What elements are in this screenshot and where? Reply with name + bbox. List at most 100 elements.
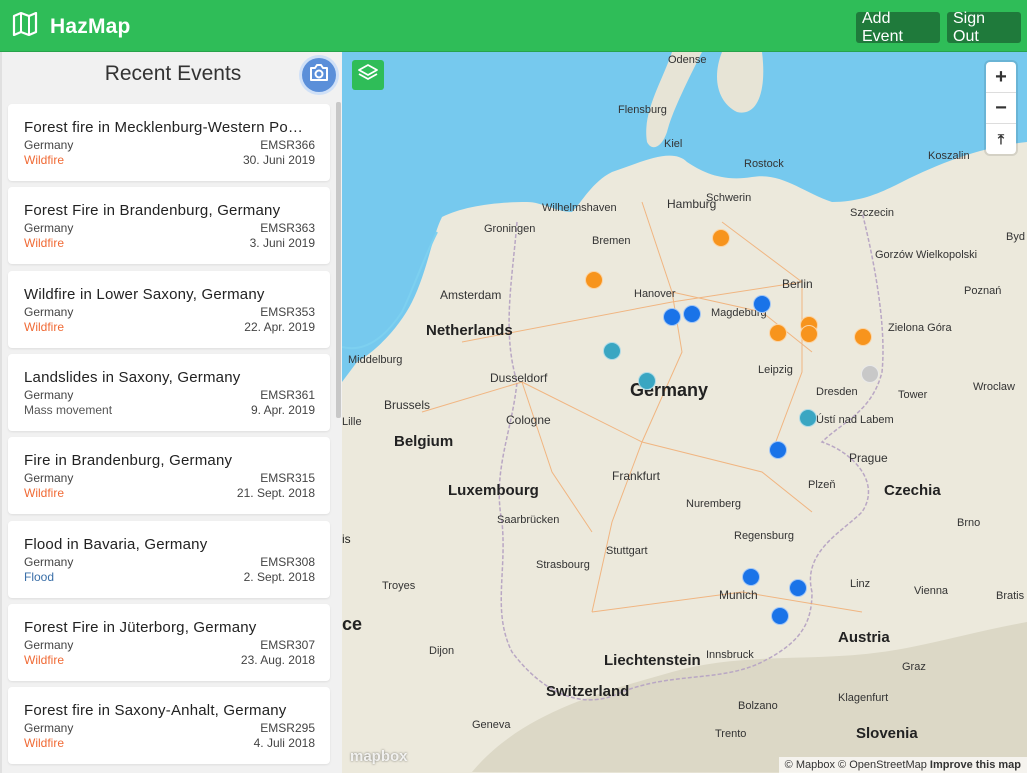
mapbox-logo[interactable]: mapbox — [350, 748, 408, 765]
map-view[interactable]: + − ⤒ Odense Flensburg Kiel Rostock Kosz… — [342, 52, 1027, 773]
add-event-button[interactable]: Add Event — [856, 10, 940, 45]
brand[interactable]: HazMap — [12, 11, 131, 41]
event-marker[interactable] — [771, 607, 789, 625]
map-label: Zielona Góra — [888, 322, 952, 334]
event-id: EMSR308 — [260, 555, 315, 569]
map-label: Bremen — [592, 235, 631, 247]
event-country: Germany — [24, 221, 74, 235]
map-label: Austria — [838, 629, 890, 646]
map-label: Liechtenstein — [604, 652, 701, 669]
compass-button[interactable]: ⤒ — [986, 124, 1016, 154]
event-marker[interactable] — [861, 365, 879, 383]
map-label: Trento — [715, 728, 747, 740]
map-label: Gorzów Wielkopolski — [875, 249, 978, 261]
event-title: Landslides in Saxony, Germany — [24, 369, 241, 386]
camera-button[interactable] — [302, 58, 336, 92]
event-marker[interactable] — [638, 372, 656, 390]
improve-map-link[interactable]: Improve this map — [930, 759, 1021, 771]
app-title: HazMap — [50, 14, 131, 38]
event-type: Wildfire — [24, 320, 65, 334]
map-label: Bolzano — [738, 700, 778, 712]
map-label: Lille — [342, 416, 362, 428]
map-label: Byd — [1006, 231, 1025, 243]
event-card[interactable]: Fire in Brandenburg, Germany Germany EMS… — [8, 437, 330, 514]
attribution-mapbox[interactable]: © Mapbox — [785, 759, 835, 771]
event-country: Germany — [24, 305, 74, 319]
top-bar: HazMap Add Event Sign Out — [0, 0, 1027, 52]
map-label: Wilhelmshaven — [542, 202, 617, 214]
sidebar-scrollbar[interactable] — [336, 102, 341, 418]
map-label: Rostock — [744, 158, 784, 170]
event-card[interactable]: Forest fire in Saxony-Anhalt, Germany Ge… — [8, 687, 330, 764]
map-label: Groningen — [484, 223, 536, 235]
event-id: EMSR315 — [260, 471, 315, 485]
map-label: Schwerin — [706, 192, 752, 204]
map-label: Graz — [902, 661, 926, 673]
map-icon — [12, 11, 38, 41]
map-label: Bratis — [996, 590, 1025, 602]
event-type: Mass movement — [24, 403, 113, 417]
event-country: Germany — [24, 388, 74, 402]
event-marker[interactable] — [789, 579, 807, 597]
event-id: EMSR295 — [260, 721, 315, 735]
event-type: Wildfire — [24, 153, 65, 167]
event-date: 23. Aug. 2018 — [240, 653, 315, 667]
map-label: Innsbruck — [706, 649, 754, 661]
event-marker[interactable] — [712, 229, 730, 247]
event-marker[interactable] — [683, 305, 701, 323]
map-label: Vienna — [914, 585, 949, 597]
map-label: Prague — [849, 451, 888, 465]
event-date: 2. Sept. 2018 — [243, 570, 315, 584]
event-title: Forest Fire in Brandenburg, Germany — [24, 202, 281, 219]
map-label: Luxembourg — [448, 482, 539, 499]
event-country: Germany — [24, 555, 74, 569]
layers-button[interactable] — [352, 60, 384, 90]
map-label: Brussels — [384, 398, 431, 412]
map-label: Cologne — [506, 413, 551, 427]
map-label: Regensburg — [734, 530, 794, 542]
event-id: EMSR361 — [260, 388, 315, 402]
event-title: Forest fire in Saxony-Anhalt, Germany — [24, 702, 287, 719]
event-date: 22. Apr. 2019 — [244, 320, 315, 334]
event-marker[interactable] — [769, 441, 787, 459]
event-card[interactable]: Landslides in Saxony, Germany Germany EM… — [8, 354, 330, 431]
event-marker[interactable] — [854, 328, 872, 346]
event-marker[interactable] — [799, 409, 817, 427]
event-card[interactable]: Flood in Bavaria, Germany Germany EMSR30… — [8, 521, 330, 598]
map-label: Dijon — [429, 645, 455, 657]
event-marker[interactable] — [800, 325, 818, 343]
event-card[interactable]: Forest fire in Mecklenburg-Western Po… G… — [8, 104, 330, 181]
event-type: Wildfire — [24, 486, 65, 500]
map-label: Poznań — [964, 285, 1002, 297]
event-id: EMSR363 — [260, 221, 315, 235]
event-marker[interactable] — [753, 295, 771, 313]
zoom-in-button[interactable]: + — [986, 62, 1016, 93]
event-marker[interactable] — [585, 271, 603, 289]
camera-icon — [309, 64, 329, 86]
sign-out-button[interactable]: Sign Out — [947, 10, 1021, 45]
map-label: Geneva — [472, 719, 511, 731]
event-marker[interactable] — [603, 342, 621, 360]
event-date: 9. Apr. 2019 — [250, 403, 315, 417]
map-label: Kiel — [664, 138, 683, 150]
event-id: EMSR353 — [260, 305, 315, 319]
event-card[interactable]: Wildfire in Lower Saxony, Germany German… — [8, 271, 330, 348]
event-id: EMSR307 — [260, 638, 315, 652]
map-label: ce — [342, 614, 363, 634]
map-label: Ústí nad Labem — [816, 414, 894, 426]
attribution-osm[interactable]: © OpenStreetMap — [838, 759, 927, 771]
zoom-out-button[interactable]: − — [986, 93, 1016, 124]
event-card[interactable]: Forest Fire in Jüterborg, Germany German… — [8, 604, 330, 681]
event-date: 3. Juni 2019 — [249, 236, 315, 250]
event-type: Wildfire — [24, 736, 65, 750]
event-marker[interactable] — [663, 308, 681, 326]
event-marker[interactable] — [742, 568, 760, 586]
event-card[interactable]: Forest Fire in Brandenburg, Germany Germ… — [8, 187, 330, 264]
map-label: Tower — [898, 389, 928, 401]
event-date: 21. Sept. 2018 — [236, 486, 315, 500]
event-title: Fire in Brandenburg, Germany — [24, 452, 233, 469]
map-label: Slovenia — [856, 725, 918, 742]
map-label: Dusseldorf — [490, 371, 548, 385]
event-marker[interactable] — [769, 324, 787, 342]
map-label: Belgium — [394, 433, 454, 450]
